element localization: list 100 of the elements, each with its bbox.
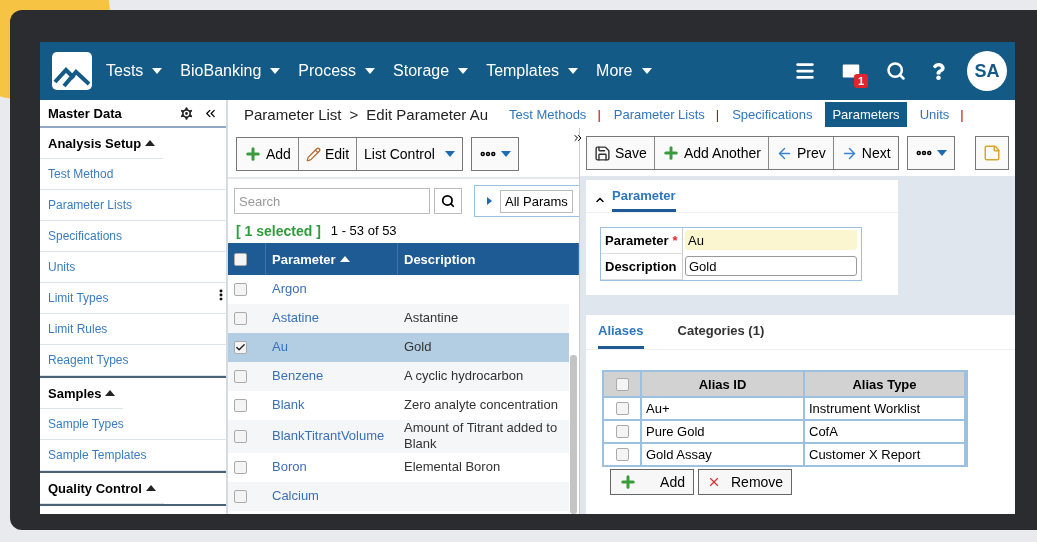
checkbox[interactable] [234,460,247,474]
checkbox[interactable] [234,429,247,443]
parameter-link[interactable]: Benzene [266,362,398,391]
table-cell-text: Amount of Titrant added to Blank [403,420,559,453]
sidebar-link[interactable]: Limit Types [40,283,226,314]
parameter-link[interactable]: Blank [266,391,398,420]
toolbar-button[interactable]: Add Another [654,137,769,169]
section-tab[interactable]: Parameters [825,101,907,127]
tab[interactable]: Categories (1) [677,323,765,349]
caret-up-icon [145,485,156,491]
parameter-link[interactable]: Astatine [266,304,398,333]
table-cell: Gold Assay [642,442,805,465]
save-icon [594,144,611,162]
parameter-link[interactable]: BlankTitrantVolume [266,420,398,453]
nav-menu[interactable]: BioBanking [180,62,281,80]
row-action-button[interactable]: Remove [698,469,793,495]
table-cell: Pure Gold [642,419,805,442]
column-header[interactable]: Description [398,243,579,275]
toolbar-button[interactable]: Prev [769,137,834,169]
checkbox[interactable] [234,370,247,383]
table-row[interactable]: BlankTitrantVolume Amount of Titrant added to Blank [228,420,569,453]
sidebar-title: Master Data [48,105,123,121]
column-header[interactable]: Parameter [266,243,398,275]
sidebar-link[interactable]: Units [40,252,226,283]
checkbox[interactable] [615,377,629,391]
caret-icon [568,68,579,74]
table-cell: Customer X Report [805,442,966,465]
toolbar-button[interactable]: Edit [298,138,358,170]
sidebar-link[interactable]: Specifications [40,221,226,252]
sidebar-link[interactable]: Sample Templates [40,440,226,471]
section-tab[interactable]: Parameter Lists [606,101,712,127]
plus-icon [244,145,262,163]
column-header: Alias Type [805,372,966,396]
caret-icon [500,151,511,157]
checkbox[interactable] [234,312,247,325]
parameter-link[interactable]: Calcium [266,481,398,511]
table-row[interactable]: Au Gold [228,333,569,362]
toolbar-button[interactable]: List Control [357,138,462,170]
caret-icon [270,68,281,74]
caret-up-icon [105,390,116,396]
text-field[interactable]: Au [685,230,857,250]
checkbox[interactable] [234,252,247,266]
table-row[interactable]: Astatine Astantine [228,304,569,333]
nav-menu[interactable]: Storage [393,62,469,80]
filter-dropdown[interactable]: All Params [474,185,579,217]
caret-icon [936,150,947,156]
tab[interactable]: Aliases [598,323,644,349]
nav-menu[interactable]: Tests [106,62,163,80]
mountain-logo-icon[interactable] [52,52,92,90]
checkbox[interactable] [234,399,247,412]
parameter-link[interactable]: Boron [266,452,398,482]
table-cell-text: Gold [403,338,433,357]
section-title: Parameter [612,188,676,212]
checkbox[interactable] [234,489,247,503]
search-icon [441,193,455,209]
text-field[interactable]: Gold [685,256,857,276]
tab-divider: | [715,106,720,122]
sort-icon [339,256,350,262]
checkbox[interactable] [615,402,629,415]
checkbox[interactable] [234,283,247,296]
section-tab[interactable]: Test Methods [502,101,594,127]
nav-menu[interactable]: Process [298,62,376,80]
checkbox[interactable] [615,448,629,461]
expand-icon[interactable] [572,132,584,144]
tab-divider: | [960,106,964,122]
sidebar-link[interactable]: Reagent Types [40,345,226,376]
parameter-link[interactable]: Argon [266,275,398,304]
section-tab[interactable]: Units [912,101,957,127]
menu-icon[interactable] [794,60,816,82]
sidebar-link[interactable]: Sample Types [40,409,226,440]
toolbar-button[interactable]: Save [587,137,655,169]
checkbox[interactable] [615,425,629,438]
help-icon[interactable] [930,62,947,80]
search-button[interactable] [434,188,462,214]
table-row[interactable]: Calcium [228,481,569,511]
toolbar-button[interactable]: Add [237,138,299,170]
scrollbar[interactable] [570,355,577,514]
more-button[interactable] [471,138,518,170]
sidebar-link[interactable]: Limit Rules [40,314,226,345]
field-label: Parameter [605,233,669,248]
sidebar-link[interactable]: Test Method [40,159,226,190]
breadcrumb: > [349,105,359,123]
checkbox[interactable] [234,341,247,354]
table-row[interactable]: Benzene A cyclic hydrocarbon [228,362,569,391]
remove-icon [707,475,721,489]
table-cell-text: Elemental Boron [403,457,502,476]
nav-menu[interactable]: More [596,62,652,80]
column-header: Alias ID [642,372,805,396]
search-field[interactable]: Search [234,188,430,214]
table-cell: Instrument Worklist [805,396,966,419]
settings-icon[interactable] [178,104,195,122]
more-button[interactable] [907,137,954,169]
sidebar-link[interactable]: Parameter Lists [40,190,226,221]
section-tab[interactable]: Specifications [725,101,820,127]
search-icon[interactable] [886,61,906,81]
toolbar-button[interactable]: Next [833,137,898,169]
nav-menu[interactable]: Templates [486,62,579,80]
caret-up-icon [145,140,156,146]
user-avatar[interactable]: SA [967,51,1007,91]
row-action-button[interactable]: Add [610,469,694,495]
